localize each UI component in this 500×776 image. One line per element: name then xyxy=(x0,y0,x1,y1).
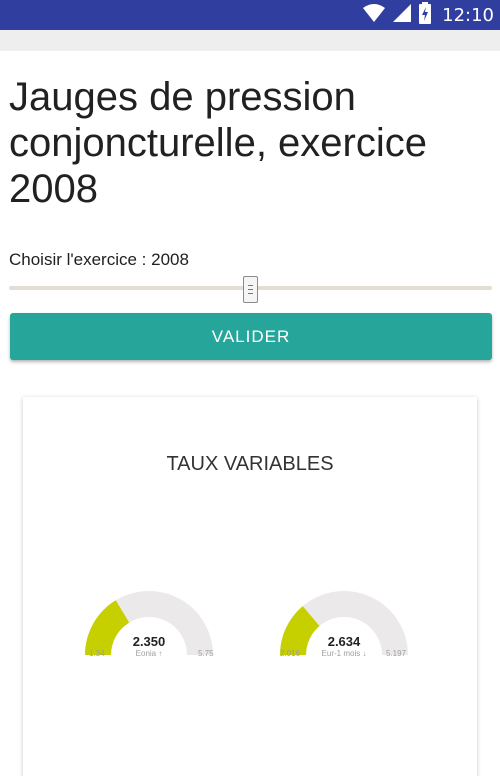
grip-line xyxy=(248,289,253,290)
gauge-max: 5.75 xyxy=(198,649,214,658)
year-selector-label: Choisir l'exercice : 2008 xyxy=(9,250,189,269)
wifi-icon xyxy=(362,3,386,27)
card-title: TAUX VARIABLES xyxy=(166,453,334,475)
battery-icon xyxy=(418,2,432,28)
signal-icon xyxy=(392,3,412,27)
gauge-euribor: 2.634 2.016 Eur-1 mois ↓ 5.197 xyxy=(274,587,414,667)
year-slider-thumb[interactable] xyxy=(243,276,258,303)
grip-line xyxy=(248,285,253,286)
status-icons: 12:10 xyxy=(362,0,494,30)
status-bar: 12:10 xyxy=(0,0,500,30)
gauge-value: 2.634 xyxy=(327,634,361,649)
status-time: 12:10 xyxy=(442,4,494,26)
gauge-max: 5.197 xyxy=(386,649,407,658)
gauge-value: 2.350 xyxy=(132,634,166,649)
rates-card: TAUX VARIABLES 2.350 1.34 Eonia ↑ 5.75 2… xyxy=(23,397,477,776)
gauge-eonia: 2.350 1.34 Eonia ↑ 5.75 xyxy=(79,587,219,667)
toolbar-strip xyxy=(0,30,500,51)
validate-button[interactable]: VALIDER xyxy=(10,313,492,360)
grip-line xyxy=(248,293,253,294)
page-title: Jauges de pression conjoncturelle, exerc… xyxy=(9,75,427,211)
